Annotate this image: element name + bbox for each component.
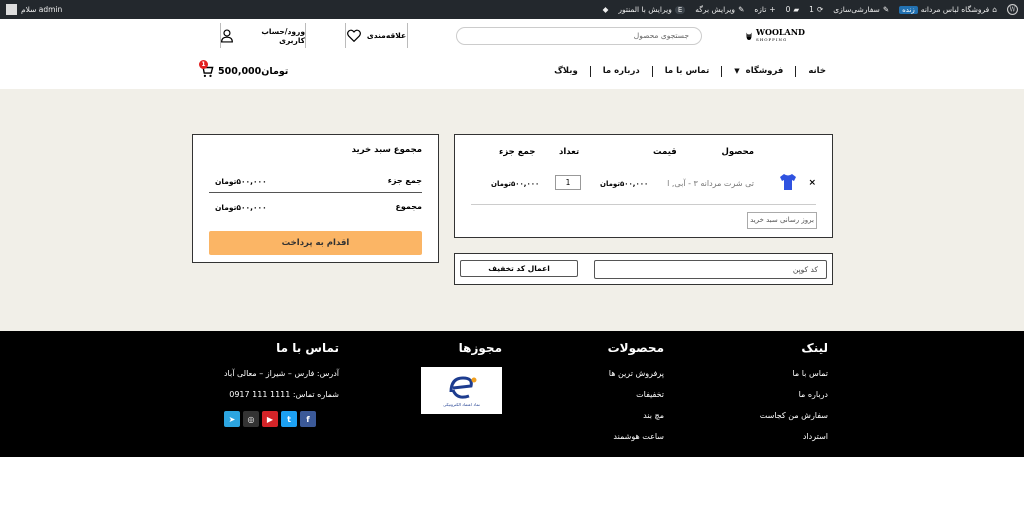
elementor-icon: E [674, 5, 686, 14]
footer-phone: شماره تماس: 1111 111 0917 [229, 390, 339, 399]
cart-total: 500,000تومان [218, 65, 289, 77]
header-product: محصول [721, 147, 754, 157]
footer-contact-column: تماس با ما آدرس: فارس – شیراز – معالی آب… [223, 341, 339, 427]
footer-link-discounts[interactable]: تخفیفات [608, 390, 664, 399]
remove-item-button[interactable]: × [808, 178, 816, 188]
admin-bar: W ⌂ فروشگاه لباس مردانه زنده ✎ سفارشی‌سا… [0, 0, 1024, 19]
main-nav: خانه فروشگاه ▼ تماس با ما درباره ما وبلا… [554, 62, 826, 80]
footer-links-column: لینک تماس با ما درباره ما سفارش من کجاست… [760, 341, 828, 453]
avatar [6, 4, 17, 15]
nav-item-about[interactable]: درباره ما [603, 66, 640, 76]
footer-licenses-column: مجوزها نماد اعتماد الکترونیکی [421, 341, 502, 414]
total-value: ۵۰۰,۰۰۰تومان [215, 203, 267, 212]
totals-divider [209, 192, 422, 193]
site-name-link[interactable]: ⌂ فروشگاه لباس مردانه زنده [899, 5, 997, 14]
coupon-box: کد کوپن اعمال کد تخفیف [454, 253, 833, 285]
telegram-icon[interactable]: ➤ [223, 411, 240, 427]
checkout-button[interactable]: اقدام به پرداخت [209, 231, 422, 255]
update-cart-button[interactable]: بروز رسانی سبد خرید [747, 212, 817, 229]
heart-icon [346, 29, 361, 42]
plus-icon: + [769, 5, 776, 14]
nav-divider [721, 65, 723, 77]
cart-table: محصول قیمت تعداد جمع جزء × تی شرت مردانه… [454, 134, 833, 238]
diamond-icon[interactable]: ◆ [603, 5, 609, 14]
apply-coupon-button[interactable]: اعمال کد تخفیف [460, 260, 578, 277]
comment-icon: ▰ [793, 5, 800, 14]
home-icon: ⌂ [992, 5, 997, 14]
footer-link-wristband[interactable]: مچ بند [608, 411, 664, 420]
footer-link-contact[interactable]: تماس با ما [760, 369, 828, 378]
mini-cart[interactable]: 1 500,000تومان [199, 60, 289, 80]
cat-logo-icon [746, 32, 752, 40]
updates-link[interactable]: ⟳ 1 [809, 5, 823, 14]
total-label: مجموع [395, 202, 422, 211]
customize-link[interactable]: ✎ سفارشی‌سازی [833, 5, 889, 14]
header-quantity: تعداد [559, 147, 580, 157]
footer-link-bestsellers[interactable]: پرفروش ترین ها [608, 369, 664, 378]
cart-totals: مجموع سبد خرید جمع جزء ۵۰۰,۰۰۰تومان مجمو… [192, 134, 439, 263]
facebook-icon[interactable]: f [299, 411, 316, 427]
footer-links-title: لینک [801, 341, 828, 355]
totals-title: مجموع سبد خرید [351, 145, 422, 155]
caret-down-icon[interactable]: ▼ [734, 67, 739, 75]
new-content-link[interactable]: + تازه [754, 5, 775, 14]
svg-text:W: W [1009, 7, 1016, 14]
product-name-link[interactable]: تی شرت مردانه ۳ - آبی, l [667, 179, 754, 188]
header-subtotal: جمع جزء [499, 147, 536, 157]
nav-divider [651, 65, 653, 77]
row-divider [471, 204, 816, 205]
account-label: ورود/حساب کاربری [261, 26, 305, 45]
enamad-badge[interactable]: نماد اعتماد الکترونیکی [421, 367, 502, 414]
enamad-logo-icon [449, 376, 476, 399]
nav-item-contact[interactable]: تماس با ما [665, 66, 710, 76]
footer-licenses-title: مجوزها [458, 341, 502, 355]
live-badge: زنده [899, 5, 918, 14]
nav-item-shop[interactable]: فروشگاه [746, 66, 784, 76]
footer-link-about[interactable]: درباره ما [760, 390, 828, 399]
nav-item-blog[interactable]: وبلاگ [554, 66, 578, 76]
elementor-link[interactable]: E ویرایش با المنتور [618, 5, 686, 14]
cart-count-badge: 1 [199, 60, 208, 69]
wp-logo-icon[interactable]: W [1007, 4, 1018, 15]
search-input[interactable]: جستجوی محصول [456, 27, 702, 45]
nav-item-home[interactable]: خانه [808, 66, 826, 76]
user-icon [221, 28, 233, 43]
edit-icon: ✎ [738, 5, 745, 14]
footer-link-smartwatch[interactable]: ساعت هوشمند [608, 432, 664, 441]
footer-contact-title: تماس با ما [276, 341, 339, 355]
nav-divider [795, 65, 797, 77]
footer-link-refund[interactable]: استرداد [760, 432, 828, 441]
tshirt-thumbnail[interactable] [778, 172, 798, 192]
quantity-input[interactable]: 1 [555, 175, 581, 190]
coupon-input[interactable]: کد کوپن [594, 260, 827, 279]
wishlist-label: علاقه‌مندی [366, 31, 407, 40]
nav-divider [589, 65, 591, 77]
comments-link[interactable]: ▰ 0 [786, 5, 800, 14]
social-links: ➤ ◎ ▶ t f [223, 411, 339, 427]
pencil-icon: ✎ [882, 5, 890, 14]
footer-products-column: محصولات پرفروش ترین ها تخفیفات مچ بند سا… [608, 341, 664, 453]
footer-address: آدرس: فارس – شیراز – معالی آباد [223, 369, 339, 378]
wishlist-button[interactable]: علاقه‌مندی [345, 23, 408, 48]
my-account-link[interactable]: سلام admin [6, 0, 62, 19]
item-price: ۵۰۰,۰۰۰تومان [600, 180, 649, 188]
refresh-icon: ⟳ [816, 5, 824, 14]
edit-page-link[interactable]: ✎ ویرایش برگه [695, 5, 744, 14]
footer: لینک تماس با ما درباره ما سفارش من کجاست… [0, 331, 1024, 457]
account-button[interactable]: ورود/حساب کاربری [220, 23, 306, 48]
site-logo[interactable]: WOOLAND SHOPPING [745, 25, 805, 47]
enamad-badge-text: نماد اعتماد الکترونیکی [443, 402, 480, 407]
footer-products-title: محصولات [607, 341, 664, 355]
header-price: قیمت [653, 147, 677, 157]
instagram-icon[interactable]: ◎ [242, 411, 259, 427]
logo-subtitle: SHOPPING [755, 37, 788, 42]
youtube-icon[interactable]: ▶ [261, 411, 278, 427]
subtotal-value: ۵۰۰,۰۰۰تومان [215, 177, 267, 186]
footer-link-order-tracking[interactable]: سفارش من کجاست [760, 411, 828, 420]
twitter-icon[interactable]: t [280, 411, 297, 427]
item-subtotal: ۵۰۰,۰۰۰تومان [491, 180, 540, 188]
subtotal-label: جمع جزء [387, 176, 422, 185]
